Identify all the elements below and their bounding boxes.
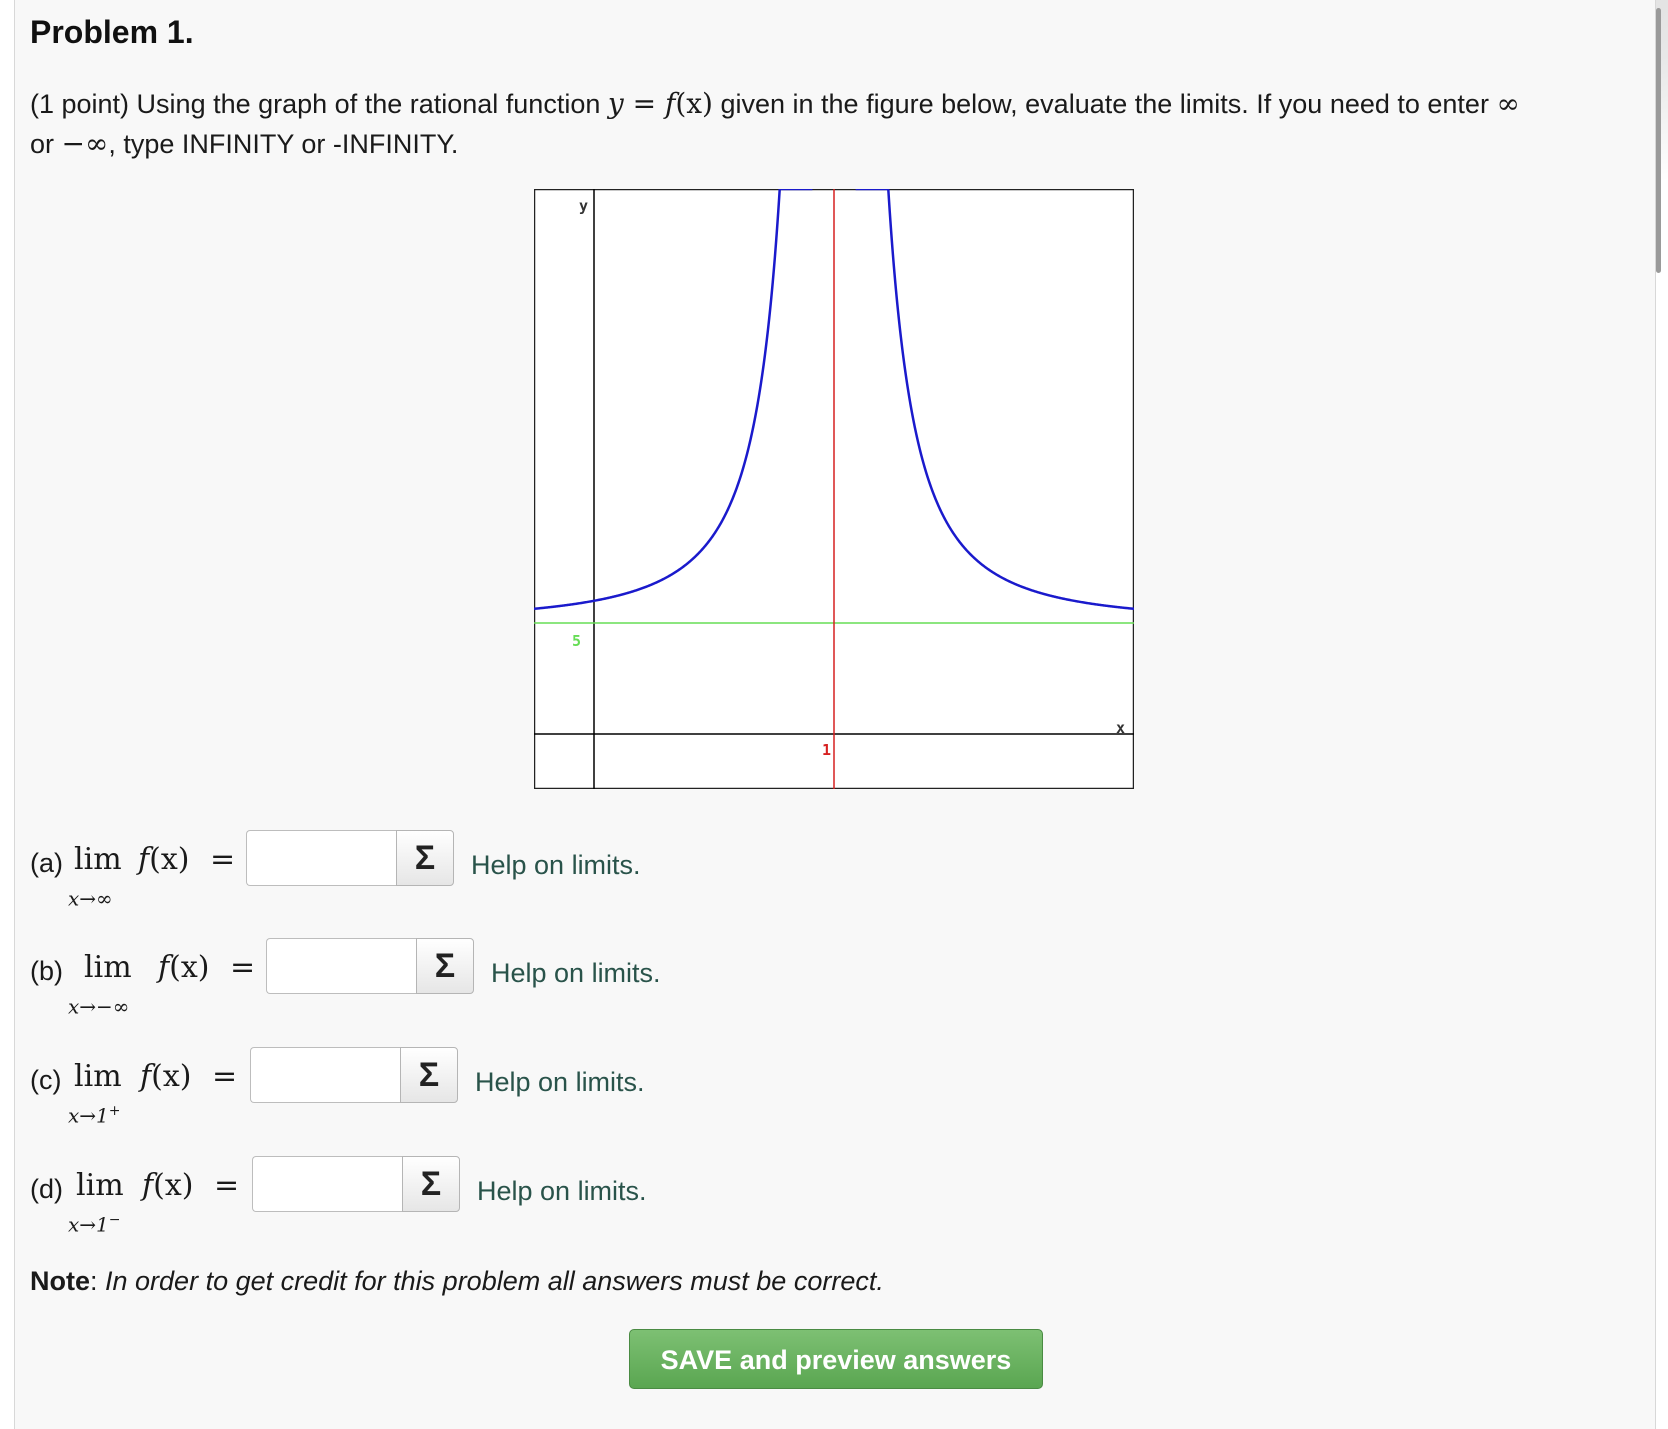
part-label: (c) — [30, 1065, 62, 1095]
lim-approach: x→1 — [68, 1212, 109, 1237]
math-f: f — [664, 87, 676, 120]
part-c-row: (c) lim x→1+ f(x) = Σ Help on limits. — [30, 1047, 930, 1128]
part-label: (b) — [30, 956, 63, 986]
lim-side: + — [108, 1103, 121, 1119]
function-name: f — [158, 950, 170, 985]
lim-operator: lim — [84, 950, 132, 985]
math-equals: = — [623, 87, 665, 120]
equals-sign: = — [210, 842, 236, 877]
answer-input-b[interactable] — [266, 938, 416, 994]
lim-operator: lim — [74, 842, 122, 877]
function-name: f — [140, 1059, 152, 1094]
part-label: (d) — [30, 1174, 63, 1204]
function-expression: f(x) — [158, 950, 209, 985]
answer-input-c[interactable] — [250, 1047, 400, 1103]
function-name: f — [138, 842, 150, 877]
intro-or: or — [30, 129, 62, 159]
lim-side: − — [108, 1212, 121, 1228]
part-b-row: (b) lim x→−∞ f(x) = Σ Help on limits. — [30, 938, 930, 1019]
equation-editor-button[interactable]: Σ — [416, 938, 474, 994]
equation-editor-button[interactable]: Σ — [400, 1047, 458, 1103]
note-text: In order to get credit for this problem … — [105, 1266, 884, 1296]
function-name: f — [142, 1168, 154, 1203]
lim-operator: lim — [74, 1059, 122, 1094]
x-axis-label: x — [1116, 719, 1125, 737]
function-arg: (x) — [149, 842, 190, 877]
help-on-limits-link[interactable]: Help on limits. — [477, 1176, 647, 1207]
lim-subscript: x→1+ — [68, 1103, 121, 1128]
intro-middle: given in the figure below, evaluate the … — [712, 89, 1497, 119]
lim-approach: x→−∞ — [68, 994, 130, 1019]
note-colon: : — [90, 1266, 106, 1296]
answer-input-d[interactable] — [252, 1156, 402, 1212]
function-expression: f(x) — [142, 1168, 193, 1203]
lim-subscript: x→1− — [68, 1212, 121, 1237]
part-a-row: (a) lim x→∞ f(x) = Σ Help on limits. — [30, 830, 930, 911]
lim-operator: lim — [76, 1168, 124, 1203]
lim-subscript: x→∞ — [68, 886, 113, 911]
function-expression: f(x) — [140, 1059, 191, 1094]
problem-instructions: (1 point) Using the graph of the rationa… — [30, 84, 1630, 164]
rational-function-graph: y x 5 1 — [534, 189, 1134, 789]
equation-editor-button[interactable]: Σ — [402, 1156, 460, 1212]
equals-sign: = — [214, 1168, 240, 1203]
lim-subscript: x→−∞ — [68, 994, 129, 1019]
credit-note: Note: In order to get credit for this pr… — [30, 1266, 884, 1297]
function-arg: (x) — [151, 1059, 192, 1094]
infinity-symbol: ∞ — [1496, 87, 1520, 120]
y-axis-label: y — [579, 197, 588, 215]
neg-infinity-symbol: −∞ — [61, 127, 109, 160]
vertical-asymptote-label: 1 — [822, 741, 831, 759]
help-on-limits-link[interactable]: Help on limits. — [475, 1067, 645, 1098]
horizontal-asymptote-label: 5 — [572, 632, 581, 650]
save-preview-button[interactable]: SAVE and preview answers — [629, 1329, 1043, 1389]
equals-sign: = — [230, 950, 256, 985]
function-arg: (x) — [153, 1168, 194, 1203]
help-on-limits-link[interactable]: Help on limits. — [471, 850, 641, 881]
math-y: y — [607, 87, 624, 120]
scrollbar-thumb[interactable] — [1656, 8, 1661, 273]
answer-input-a[interactable] — [246, 830, 396, 886]
function-arg: (x) — [169, 950, 210, 985]
lim-approach: x→1 — [68, 1103, 109, 1128]
part-label: (a) — [30, 848, 63, 878]
math-x-arg: (x) — [675, 87, 713, 120]
part-d-row: (d) lim x→1− f(x) = Σ Help on limits. — [30, 1156, 930, 1237]
help-on-limits-link[interactable]: Help on limits. — [491, 958, 661, 989]
intro-suffix: , type INFINITY or -INFINITY. — [108, 129, 459, 159]
function-expression: f(x) — [138, 842, 189, 877]
equation-editor-button[interactable]: Σ — [396, 830, 454, 886]
note-label: Note — [30, 1266, 90, 1296]
lim-approach: x→∞ — [68, 886, 113, 911]
intro-prefix: (1 point) Using the graph of the rationa… — [30, 89, 608, 119]
equals-sign: = — [212, 1059, 238, 1094]
problem-title: Problem 1. — [30, 14, 194, 50]
